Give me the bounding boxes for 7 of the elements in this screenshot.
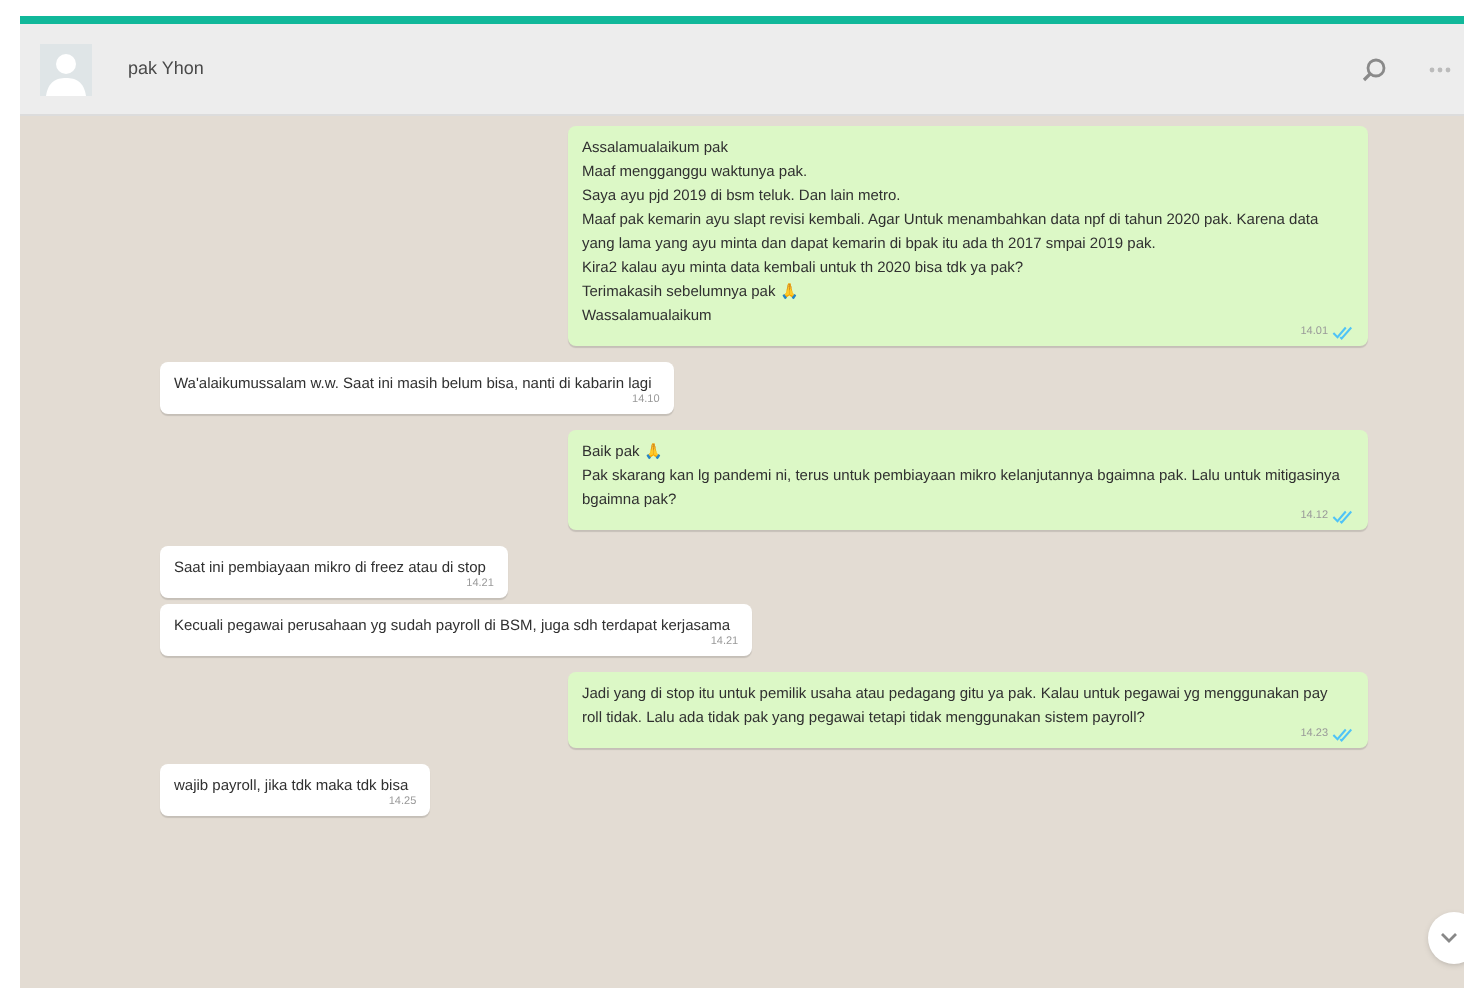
search-icon[interactable] bbox=[1360, 55, 1388, 83]
menu-icon[interactable] bbox=[1428, 65, 1452, 73]
contact-name[interactable]: pak Yhon bbox=[128, 55, 204, 83]
double-check-icon bbox=[1332, 325, 1354, 339]
double-check-icon bbox=[1332, 509, 1354, 523]
chevron-down-icon bbox=[1440, 932, 1458, 944]
double-check-icon bbox=[1332, 727, 1354, 741]
